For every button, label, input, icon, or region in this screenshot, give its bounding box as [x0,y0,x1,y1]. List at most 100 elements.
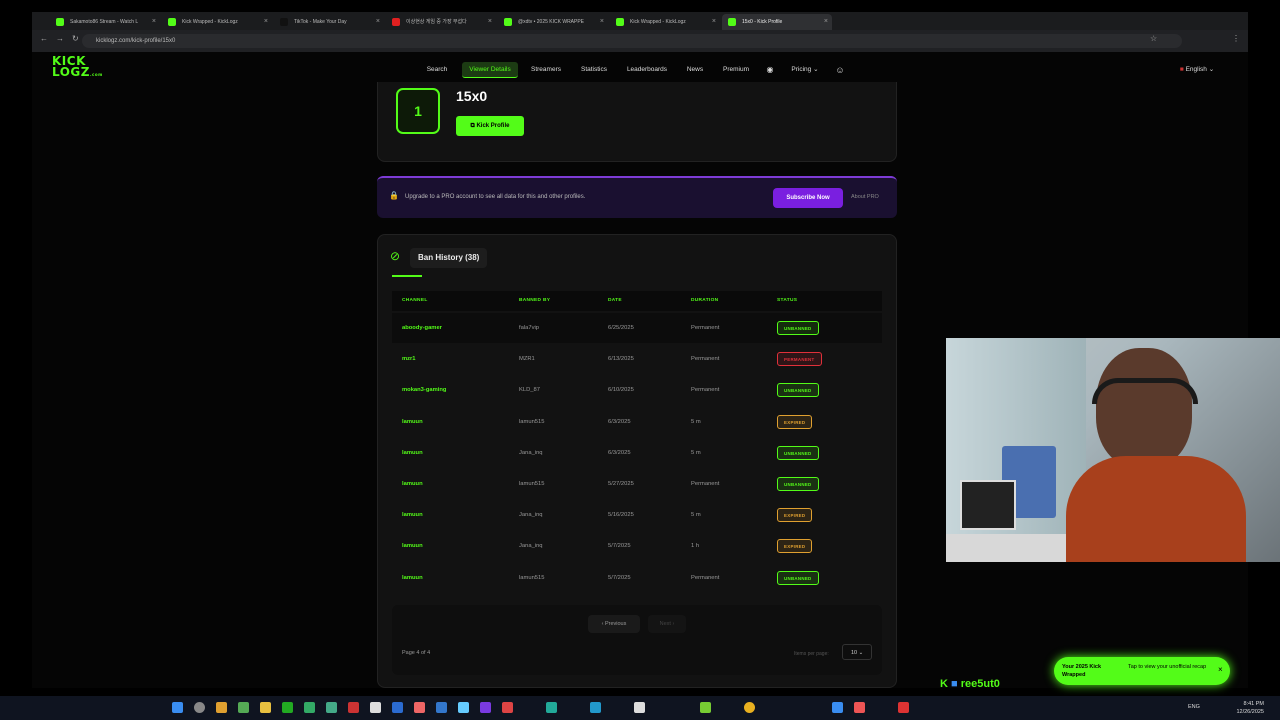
app-icon[interactable] [480,702,491,713]
browser-tab[interactable]: 이상현상 게임 중 가장 무섭다 × [386,14,496,30]
nav-viewer-details[interactable]: Viewer Details [462,62,518,78]
nav-pricing[interactable]: Pricing ⌄ [788,62,822,78]
nav-statistics[interactable]: Statistics [577,62,611,78]
tab-favicon-icon [280,18,288,26]
cell-channel[interactable]: mokan3-gaming [402,375,446,405]
cell-channel[interactable]: lamuun [402,469,423,499]
browser-tab[interactable]: Kick Wrapped - KickLogz × [610,14,720,30]
cell-banned-by: MZR1 [519,356,535,363]
cell-date: 6/10/2025 [608,387,634,394]
nav-streamers[interactable]: Streamers [528,62,564,78]
cell-duration: 5 m [691,418,701,425]
app-icon[interactable] [700,702,711,713]
account-icon[interactable]: ☺ [834,62,846,78]
per-page-select[interactable]: 10 ⌄ [842,644,872,660]
tab-close-icon[interactable]: × [376,14,380,30]
table-row: mokan3-gaming KLD_87 6/10/2025 Permanent UNB… [392,375,882,405]
forward-icon[interactable]: → [56,34,64,43]
cell-banned-by: Jana_inq [519,449,543,456]
cell-channel[interactable]: aboody-gamer [402,313,442,343]
cell-duration: 5 m [691,449,701,456]
tab-close-icon[interactable]: × [488,14,492,30]
status-badge: UNBANNED [777,383,819,398]
cell-channel[interactable]: lamuun [402,563,423,593]
app-icon[interactable] [216,702,227,713]
table-row: lamuun lamun515 5/27/2025 Permanent UNBANNED [392,469,882,499]
ban-icon: ⊘ [390,249,401,263]
tab-close-icon[interactable]: × [824,14,828,30]
cell-channel[interactable]: mzr1 [402,344,416,374]
address-bar[interactable]: kicklogz.com/kick-profile/15x0 [82,34,1182,48]
language-selector[interactable]: ■ English ⌄ [1172,62,1222,78]
per-page-label: Items per page: [794,651,829,657]
app-icon[interactable] [502,702,513,713]
browser-tab[interactable]: Kick Wrapped - KickLogz × [162,14,272,30]
nav-search[interactable]: Search [424,62,450,78]
subscribe-now-button[interactable]: Subscribe Now [773,188,843,208]
tab-favicon-icon [728,18,736,26]
app-icon[interactable] [436,702,447,713]
kick-icon: K [940,678,948,690]
ban-history-tab[interactable]: Ban History (38) [410,248,488,268]
app-icon[interactable] [414,702,425,713]
kick-wrapped-toast[interactable]: Your 2025 Kick Wrapped Tap to view your … [1054,657,1230,685]
app-icon[interactable] [634,702,645,713]
app-icon[interactable] [326,702,337,713]
nav-premium[interactable]: Premium [720,62,752,78]
kick-profile-button[interactable]: ⧉ Kick Profile [456,116,524,136]
app-icon[interactable] [370,702,381,713]
browser-tab[interactable]: 15x0 - Kick Profile × [722,14,832,30]
cell-duration: 5 m [691,512,701,519]
taskbar-clock[interactable]: 8:41 PM 12/26/2025 [1236,700,1264,716]
browser-tab[interactable]: @xdtv • 2025 KICK WRAPPE × [498,14,608,30]
app-icon[interactable] [898,702,909,713]
col-status: STATUS [777,298,798,303]
cell-channel[interactable]: lamuun [402,531,423,561]
tab-close-icon[interactable]: × [264,14,268,30]
cell-channel[interactable]: lamuun [402,438,423,468]
search-icon[interactable] [194,702,205,713]
menu-icon[interactable]: ⋮ [1232,34,1240,43]
app-icon[interactable] [458,702,469,713]
app-icon[interactable] [304,702,315,713]
app-icon[interactable] [348,702,359,713]
kicklogz-logo[interactable]: KICK LOGZ.com [52,55,102,82]
pagination-bar: ‹ Previous Next › Page 4 of 4 Items per … [392,605,882,675]
cell-banned-by: lamun515 [519,418,545,425]
language-label: English [1185,66,1207,73]
bookmark-star-icon[interactable]: ☆ [1150,34,1157,43]
back-icon[interactable]: ← [40,34,48,43]
browser-tab[interactable]: Sakamoto86 Stream - Watch L × [50,14,160,30]
badge-icon: ■ [951,678,958,690]
tab-close-icon[interactable]: × [152,14,156,30]
nav-leaderboards[interactable]: Leaderboards [624,62,670,78]
language-indicator[interactable]: ENG [1188,704,1200,710]
reload-icon[interactable]: ↻ [72,34,79,43]
telegram-icon[interactable] [590,702,601,713]
tab-close-icon[interactable]: × [712,14,716,30]
tab-title: Kick Wrapped - KickLogz [182,19,238,25]
tab-close-icon[interactable]: × [600,14,604,30]
cell-channel[interactable]: lamuun [402,407,423,437]
cell-duration: Permanent [691,387,720,394]
previous-page-button[interactable]: ‹ Previous [588,615,640,633]
flag-icon: ■ [1179,66,1184,73]
about-pro-link[interactable]: About PRO [851,194,879,200]
edge-icon[interactable] [832,702,843,713]
tab-title: @xdtv • 2025 KICK WRAPPE [518,19,585,25]
app-icon[interactable] [392,702,403,713]
browser-tab[interactable]: TikTok - Make Your Day × [274,14,384,30]
app-icon[interactable] [282,702,293,713]
brave-icon[interactable] [854,702,865,713]
chrome-icon[interactable] [744,702,755,713]
nav-news[interactable]: News [684,62,706,78]
folder-icon[interactable] [260,702,271,713]
app-icon[interactable] [238,702,249,713]
next-page-button[interactable]: Next › [648,615,686,633]
discord-icon[interactable]: ◉ [764,62,776,78]
tab-favicon-icon [168,18,176,26]
start-icon[interactable] [172,702,183,713]
app-icon[interactable] [546,702,557,713]
close-icon[interactable]: × [1218,665,1223,674]
cell-channel[interactable]: lamuun [402,500,423,530]
